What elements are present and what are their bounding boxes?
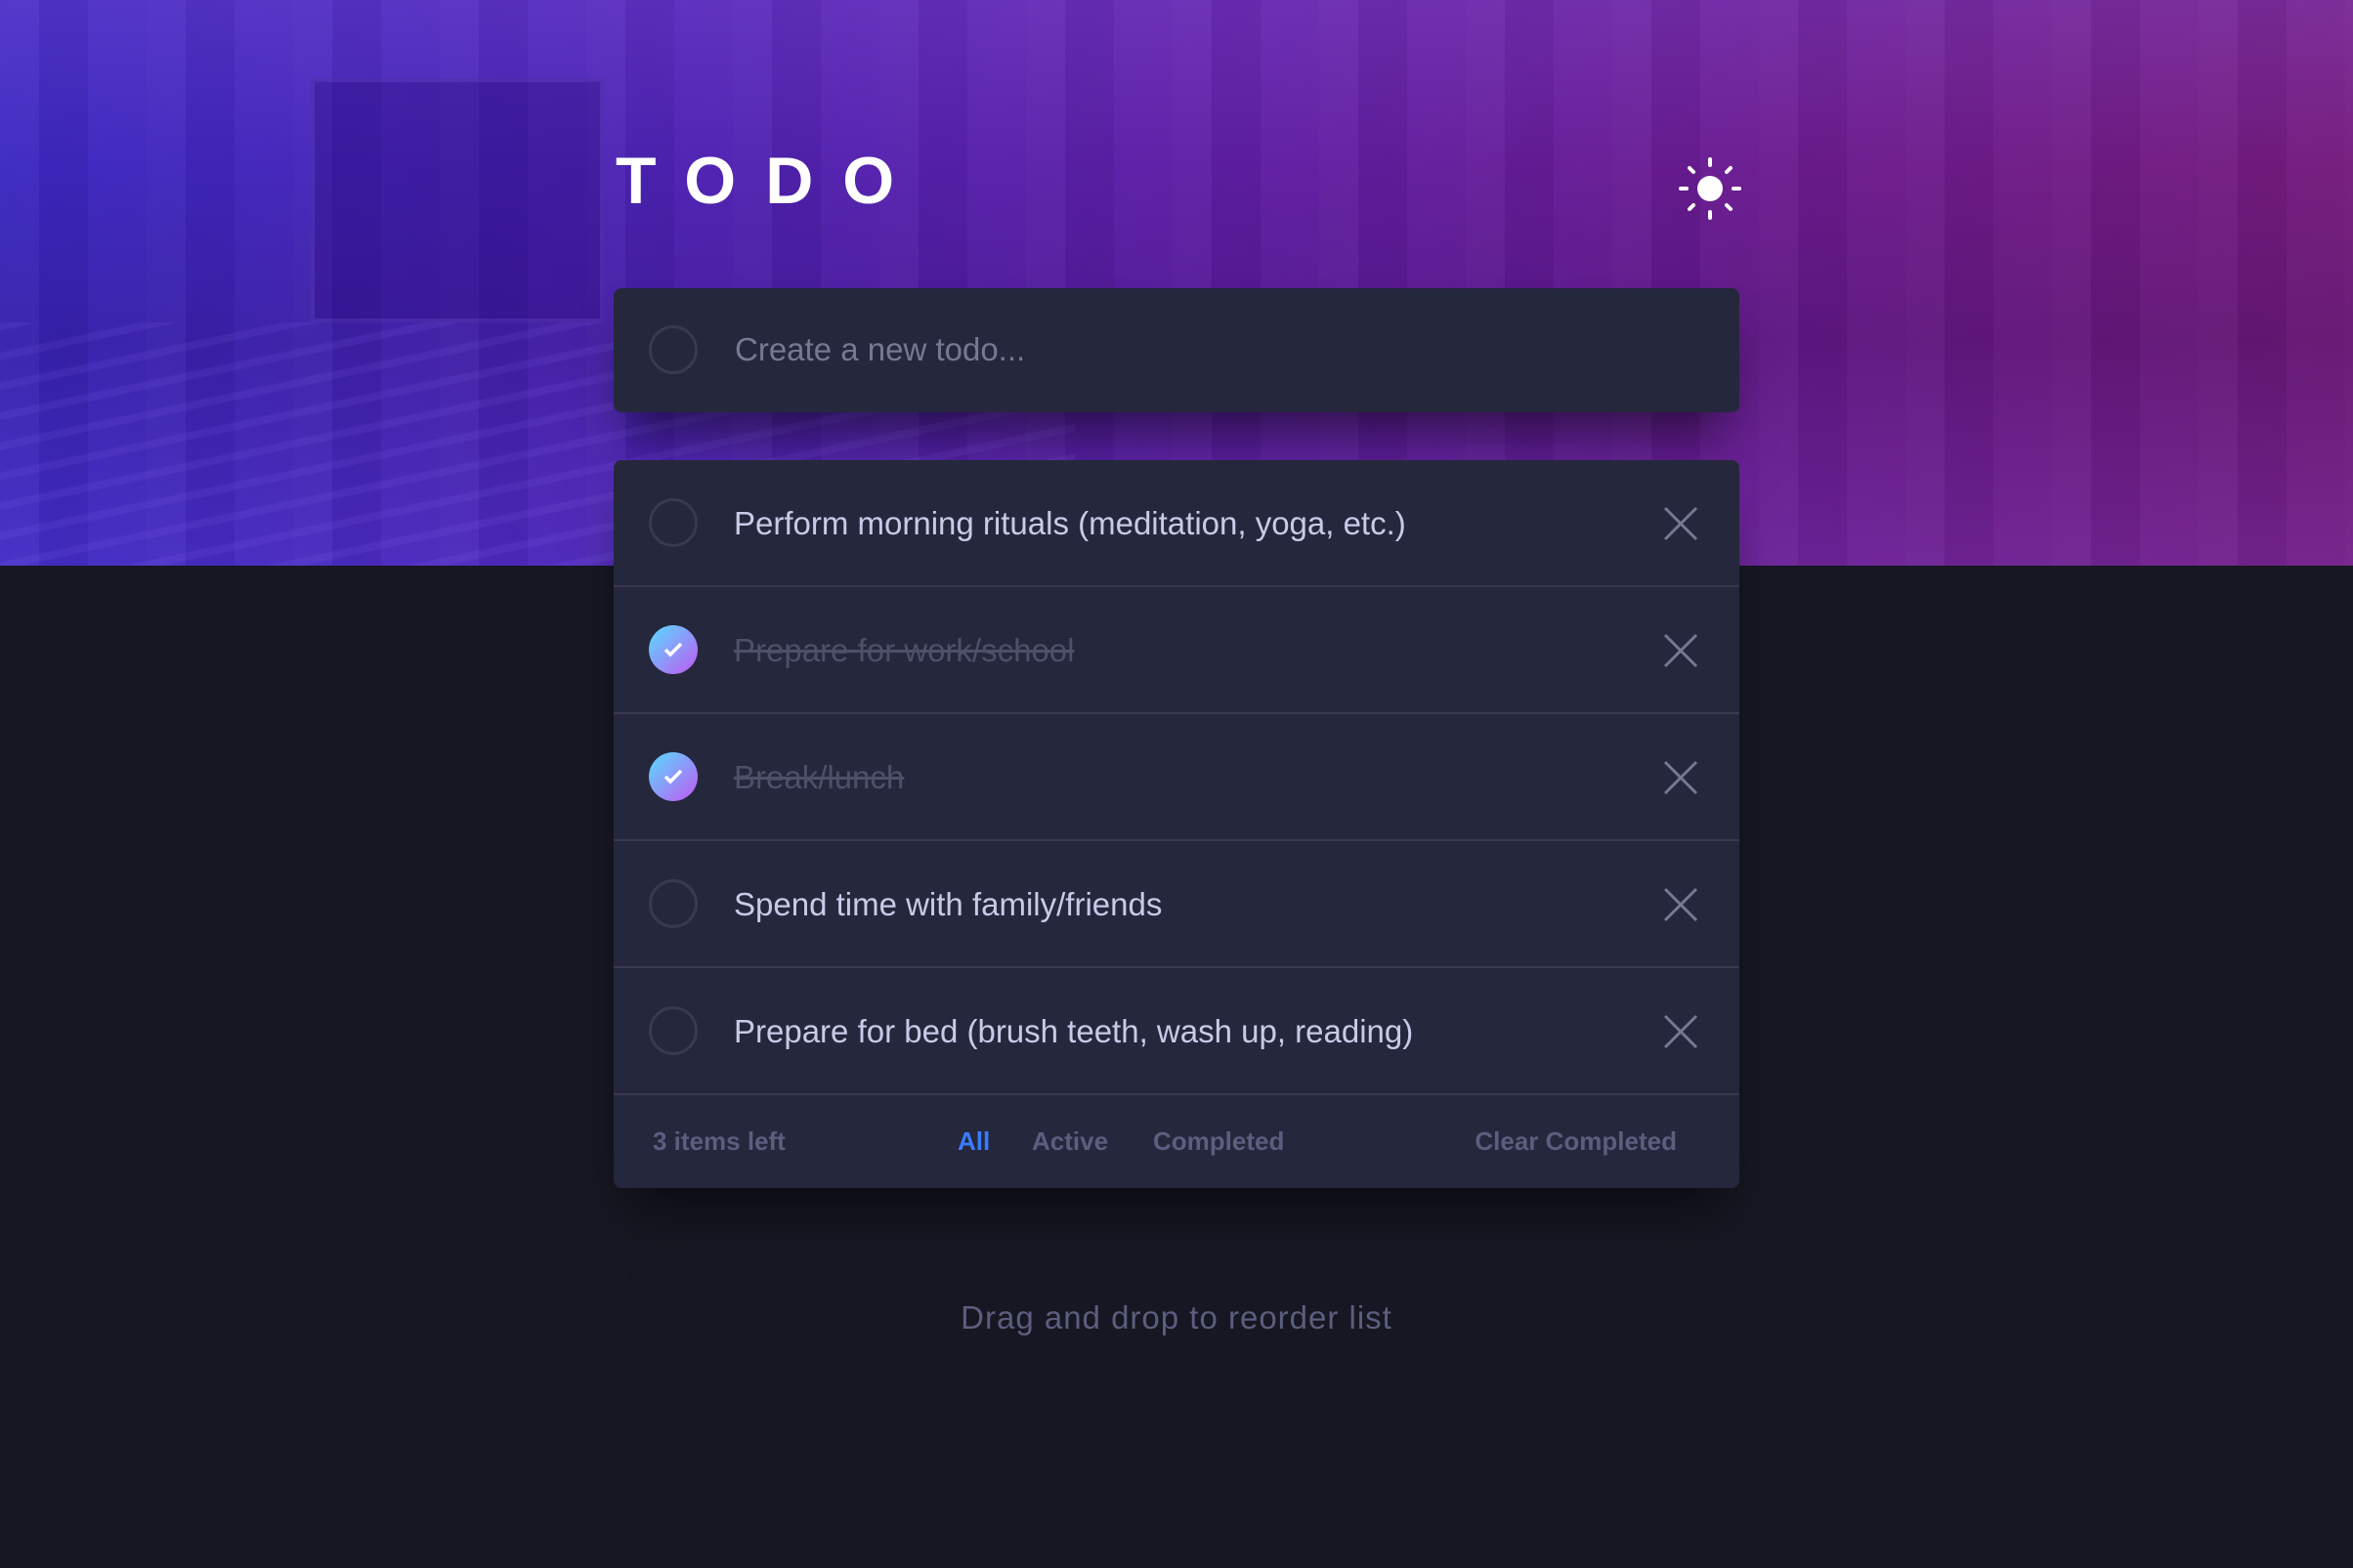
- close-icon: [1663, 760, 1698, 795]
- todo-text: Prepare for bed (brush teeth, wash up, r…: [734, 1013, 1414, 1049]
- todo-text: Prepare for work/school: [734, 632, 1075, 668]
- theme-toggle-button[interactable]: [1676, 154, 1744, 223]
- delete-button[interactable]: [1661, 1012, 1700, 1051]
- close-icon: [1663, 633, 1698, 668]
- delete-button[interactable]: [1661, 504, 1700, 543]
- todo-text: Spend time with family/friends: [734, 886, 1163, 922]
- close-icon: [1663, 887, 1698, 922]
- todo-item[interactable]: Prepare for work/school: [614, 587, 1739, 714]
- filter-completed[interactable]: Completed: [1153, 1125, 1284, 1157]
- delete-button[interactable]: [1661, 631, 1700, 670]
- list-footer: 3 items left All Active Completed Clear …: [614, 1093, 1739, 1188]
- sun-icon: [1679, 157, 1741, 220]
- close-icon: [1663, 506, 1698, 541]
- close-icon: [1663, 1014, 1698, 1049]
- reorder-hint: Drag and drop to reorder list: [961, 1299, 1392, 1335]
- delete-button[interactable]: [1661, 758, 1700, 797]
- todo-checkbox-checked[interactable]: [649, 625, 698, 674]
- filter-all[interactable]: All: [958, 1125, 990, 1157]
- check-icon: [663, 642, 683, 657]
- new-todo-input[interactable]: [735, 318, 1692, 382]
- todo-item[interactable]: Perform morning rituals (meditation, yog…: [614, 460, 1739, 587]
- todo-checkbox[interactable]: [649, 498, 698, 547]
- background-photo-door: [311, 78, 604, 322]
- filter-active[interactable]: Active: [1032, 1125, 1108, 1157]
- delete-button[interactable]: [1661, 885, 1700, 924]
- todo-checkbox[interactable]: [649, 1006, 698, 1055]
- items-left-count: 3 items left: [653, 1126, 786, 1156]
- todo-item[interactable]: Break/lunch: [614, 714, 1739, 841]
- todo-item[interactable]: Prepare for bed (brush teeth, wash up, r…: [614, 968, 1739, 1095]
- check-icon: [663, 769, 683, 784]
- new-todo-checkbox[interactable]: [649, 325, 698, 374]
- todo-item[interactable]: Spend time with family/friends: [614, 841, 1739, 968]
- todo-list: Perform morning rituals (meditation, yog…: [614, 460, 1739, 1188]
- app-title: TODO: [616, 144, 924, 218]
- todo-text: Perform morning rituals (meditation, yog…: [734, 505, 1406, 541]
- todo-text: Break/lunch: [734, 759, 905, 795]
- todo-checkbox-checked[interactable]: [649, 752, 698, 801]
- new-todo-card: [614, 288, 1739, 412]
- todo-checkbox[interactable]: [649, 879, 698, 928]
- clear-completed-button[interactable]: Clear Completed: [1475, 1125, 1677, 1157]
